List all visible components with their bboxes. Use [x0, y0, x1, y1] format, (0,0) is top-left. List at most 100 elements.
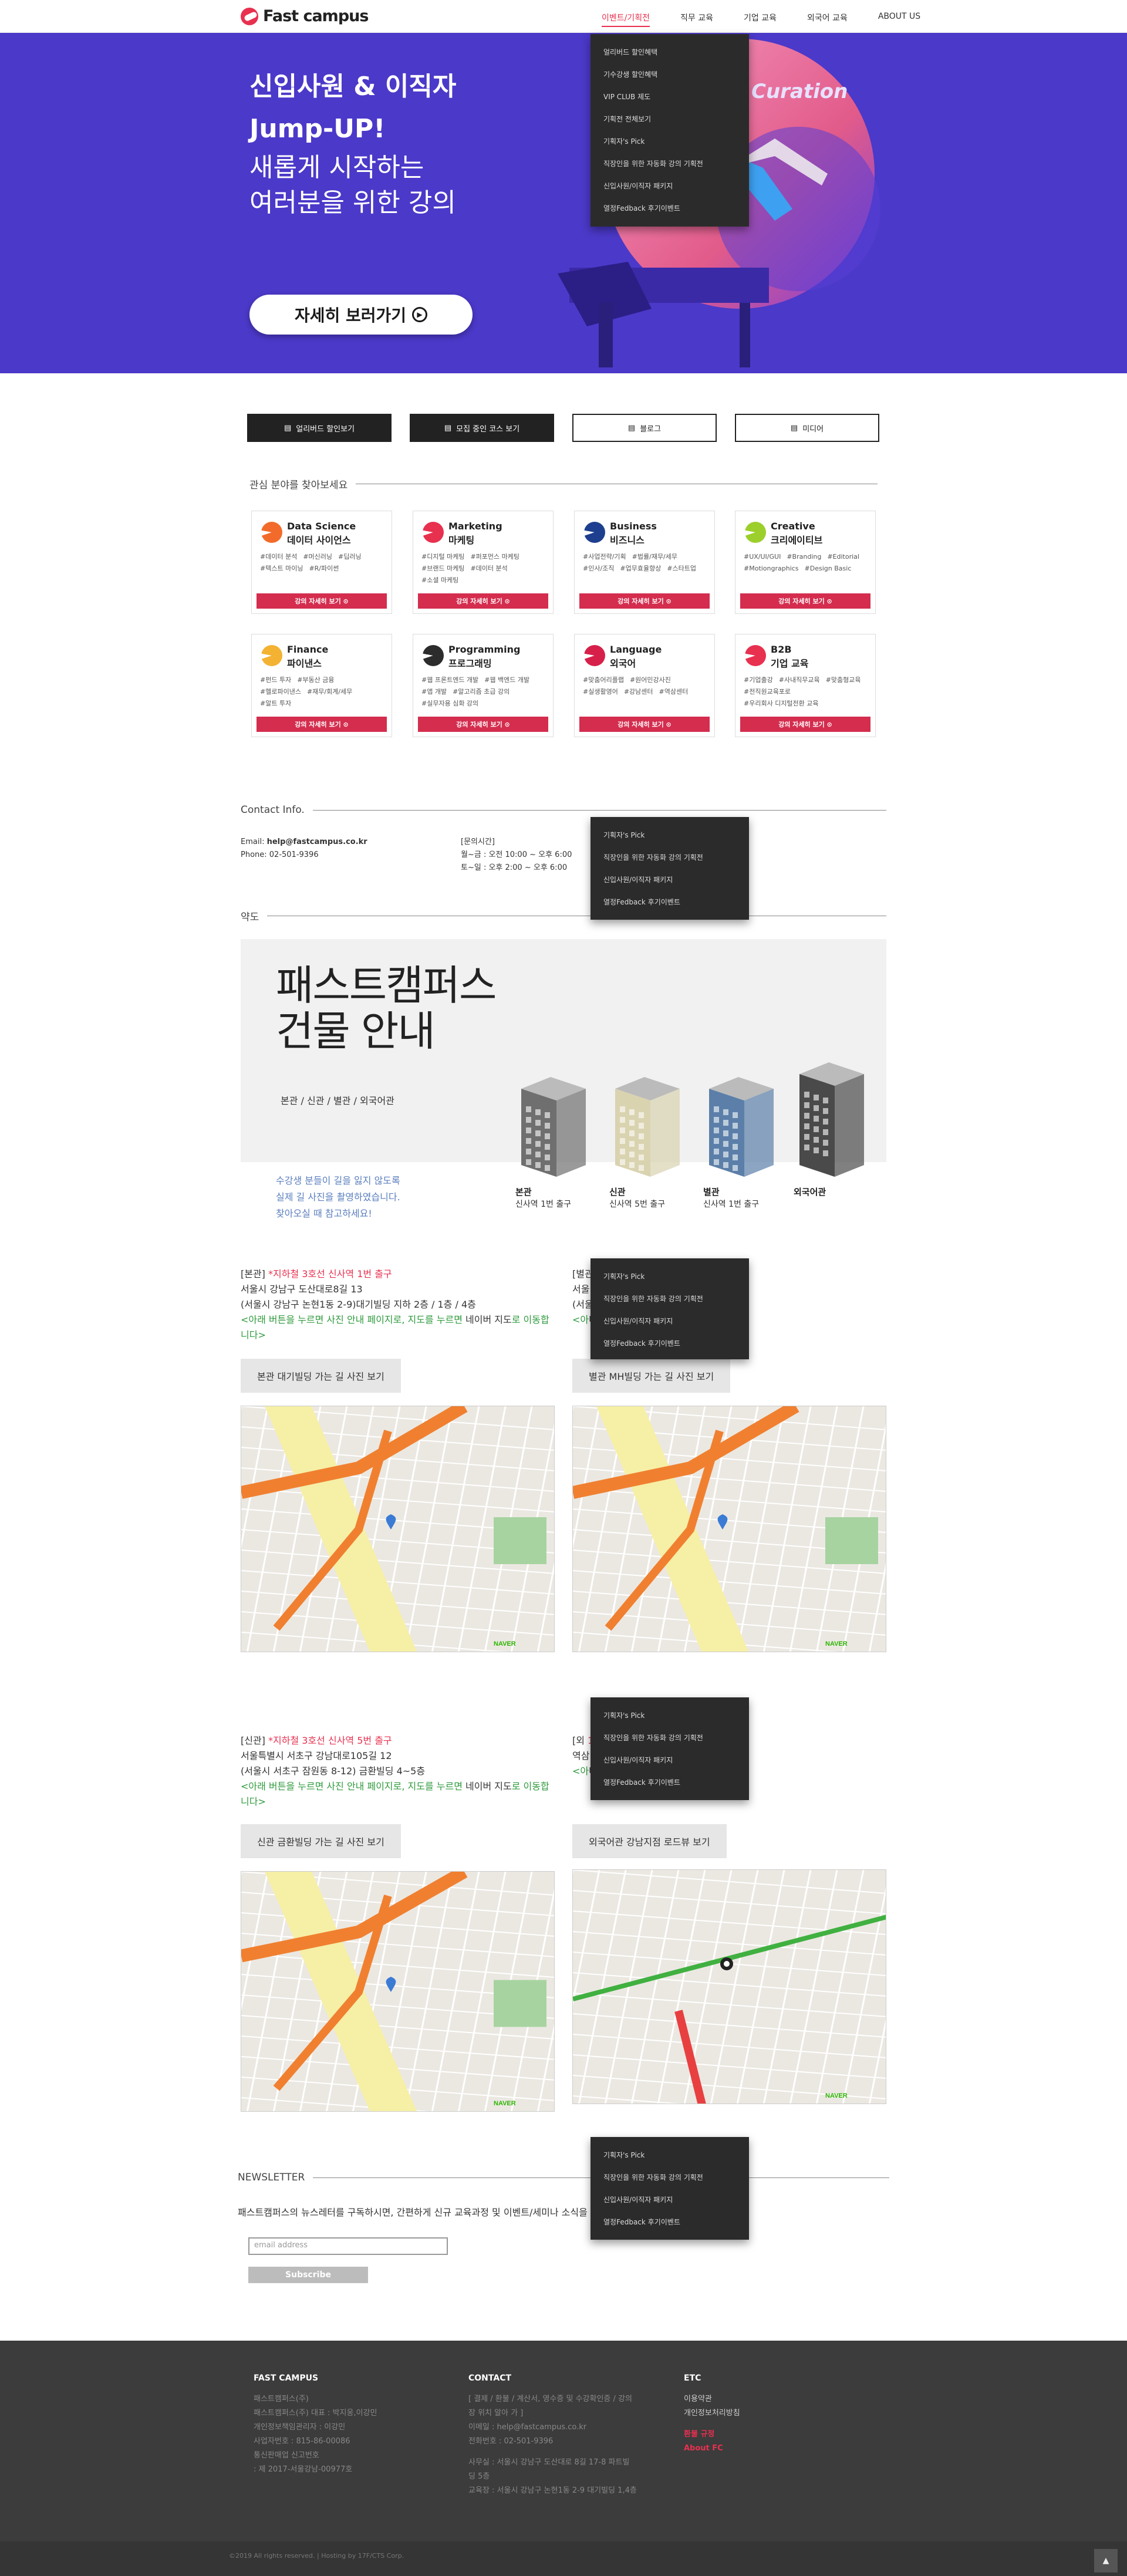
refund-policy-link[interactable]: 환불 규정: [684, 2428, 740, 2442]
dropdown-item[interactable]: 신입사원/이직자 패키지: [591, 1310, 749, 1332]
card-button-label: 강의 자세히 보기: [618, 597, 664, 605]
naver-map[interactable]: NAVER: [572, 1869, 886, 2104]
dropdown-item[interactable]: 기획전 전체보기: [591, 108, 749, 130]
nav-item-about-us[interactable]: ABOUT US: [878, 9, 920, 27]
photo-guide-button[interactable]: 외국어관 강남지점 로드뷰 보기: [572, 1824, 727, 1858]
card-tag: #Motiongraphics: [744, 565, 799, 572]
interests-heading: 관심 분야를 찾아보세요: [249, 477, 878, 491]
card-detail-button[interactable]: 강의 자세히 보기 ⊙: [257, 717, 387, 732]
dropdown-item[interactable]: 기획자's Pick: [591, 1265, 749, 1288]
dropdown-item[interactable]: 기획자's Pick: [591, 1704, 749, 1727]
building-name: 신관: [609, 1187, 626, 1197]
media-button[interactable]: ▤ 미디어: [735, 414, 879, 442]
logo-mark-icon: [241, 7, 258, 25]
card-title-ko: 프로그래밍: [448, 658, 492, 669]
footer-line: [ 결제 / 환불 / 계산서, 영수증 및 수강확인증 / 강의: [468, 2395, 632, 2403]
card-tag: #Editorial: [827, 553, 859, 561]
card-detail-button[interactable]: 강의 자세히 보기 ⊙: [418, 717, 548, 732]
card-tag: #데이터 분석: [260, 553, 298, 561]
hours-weekend: 토~일 : 오후 2:00 ~ 오후 6:00: [461, 863, 568, 872]
about-fc-link[interactable]: About FC: [684, 2442, 740, 2456]
hero-detail-button[interactable]: 자세히 보러가기 ▶: [249, 295, 473, 335]
interest-card: Marketing 마케팅 #디지털 마케팅 #퍼포먼스 마케팅 #브랜드 마케팅 #데이…: [413, 511, 554, 614]
dropdown-item[interactable]: 열정Fedback 후기이벤트: [591, 891, 749, 913]
contact-email-phone: Email: help@fastcampus.co.kr Phone: 02-5…: [241, 836, 367, 862]
dropdown-item[interactable]: 열정Fedback 후기이벤트: [591, 197, 749, 220]
address-line2: (서울시 강남구 논현1동 2-9)대기빌딩 지하 2층 / 1층 / 4층: [241, 1299, 476, 1310]
nav-item-corporate-education[interactable]: 기업 교육: [744, 9, 777, 27]
building-guide-note: 수강생 분들이 길을 잃지 않도록 실제 길 사진을 촬영하였습니다. 찾아오실…: [276, 1173, 400, 1222]
card-detail-button[interactable]: 강의 자세히 보기 ⊙: [740, 717, 870, 732]
privacy-link[interactable]: 개인정보처리방침: [684, 2406, 740, 2420]
dropdown-item[interactable]: 열정Fedback 후기이벤트: [591, 1332, 749, 1355]
card-detail-button[interactable]: 강의 자세히 보기 ⊙: [579, 593, 710, 609]
subscribe-button[interactable]: Subscribe: [248, 2267, 368, 2283]
map-image: NAVER: [573, 1406, 886, 1652]
dropdown-item[interactable]: 열정Fedback 후기이벤트: [591, 2211, 749, 2233]
card-tags: #사업전략/기획 #법률/재무/세무 #인사/조직 #업무효율향상 #스타트업: [583, 551, 708, 575]
footer-col2-title: CONTACT: [468, 2374, 512, 2383]
hero-deco-text: Curation: [751, 80, 848, 103]
dropdown-item[interactable]: 얼리버드 할인혜택: [591, 41, 749, 63]
card-title-ko: 비즈니스: [610, 535, 645, 546]
contact-email-link[interactable]: help@fastcampus.co.kr: [267, 838, 367, 846]
interest-card: Business 비즈니스 #사업전략/기획 #법률/재무/세무 #인사/조직 #업무효율…: [574, 511, 715, 614]
card-tag: #딥러닝: [338, 553, 362, 561]
scroll-to-top-icon[interactable]: ▲: [1094, 2549, 1118, 2572]
early-bird-button[interactable]: ▤ 얼리버드 할인보기: [247, 414, 392, 442]
dropdown-item[interactable]: VIP CLUB 제도: [591, 86, 749, 108]
dropdown-item[interactable]: 직장인을 위한 자동화 강의 기획전: [591, 1727, 749, 1749]
card-tags: #디지털 마케팅 #퍼포먼스 마케팅 #브랜드 마케팅 #데이터 분석 #소셜 마케팅: [421, 551, 547, 586]
photo-guide-button[interactable]: 본관 대기빌딩 가는 길 사진 보기: [241, 1359, 401, 1393]
card-tag: #역삼센터: [659, 688, 689, 696]
nav-item-events[interactable]: 이벤트/기획전: [602, 9, 650, 27]
nav-item-language-education[interactable]: 외국어 교육: [807, 9, 848, 27]
dropdown-item[interactable]: 직장인을 위한 자동화 강의 기획전: [591, 1288, 749, 1310]
nav-item-job-education[interactable]: 직무 교육: [680, 9, 713, 27]
building-item: 신관 신사역 5번 출구: [609, 1071, 686, 1210]
card-tags: #펀드 투자 #부동산 금융 #헬로파이낸스 #재무/회계/세무 #알트 투자: [260, 674, 386, 710]
naver-map[interactable]: NAVER: [241, 1871, 555, 2112]
dropdown-item[interactable]: 직장인을 위한 자동화 강의 기획전: [591, 2166, 749, 2189]
photo-guide-button[interactable]: 별관 MH빌딩 가는 길 사진 보기: [572, 1359, 731, 1393]
newsletter-email-input[interactable]: email address: [248, 2237, 448, 2255]
dropdown-item[interactable]: 기획자's Pick: [591, 2144, 749, 2166]
map-image: NAVER: [241, 1872, 554, 2111]
contact-email-row: Email: help@fastcampus.co.kr: [241, 836, 367, 849]
card-tag: #웹 백엔드 개발: [484, 676, 530, 684]
dropdown-item[interactable]: 기획자's Pick: [591, 130, 749, 153]
interest-card: Programming 프로그래밍 #웹 프론트엔드 개발 #웹 백엔드 개발 #앱 개…: [413, 634, 554, 737]
logo[interactable]: Fast campus: [241, 7, 369, 25]
card-detail-button[interactable]: 강의 자세히 보기 ⊙: [418, 593, 548, 609]
category-icon: [745, 522, 766, 543]
dropdown-item[interactable]: 신입사원/이직자 패키지: [591, 869, 749, 891]
card-tag: #전직원교육포로: [744, 688, 791, 696]
dropdown-item[interactable]: 직장인을 위한 자동화 강의 기획전: [591, 846, 749, 869]
dropdown-item[interactable]: 신입사원/이직자 패키지: [591, 2189, 749, 2211]
arrow-right-circle-icon: ▶: [412, 307, 428, 322]
card-detail-button[interactable]: 강의 자세히 보기 ⊙: [257, 593, 387, 609]
card-tag: #헬로파이낸스: [260, 688, 301, 696]
photo-guide-button[interactable]: 신관 금환빌딩 가는 길 사진 보기: [241, 1824, 401, 1858]
card-button-label: 강의 자세히 보기: [295, 597, 341, 605]
card-detail-button[interactable]: 강의 자세히 보기 ⊙: [579, 717, 710, 732]
dropdown-item[interactable]: 열정Fedback 후기이벤트: [591, 1771, 749, 1794]
open-courses-button[interactable]: ▤ 모집 중인 코스 보기: [410, 414, 554, 442]
note-line3: 찾아오실 때 참고하세요!: [276, 1208, 372, 1219]
dropdown-item[interactable]: 신입사원/이직자 패키지: [591, 175, 749, 197]
naver-map[interactable]: NAVER: [572, 1406, 886, 1652]
document-icon: ▤: [444, 423, 452, 433]
card-button-label: 강의 자세히 보기: [456, 721, 502, 728]
dropdown-item[interactable]: 신입사원/이직자 패키지: [591, 1749, 749, 1771]
note-line1: 수강생 분들이 길을 잃지 않도록: [276, 1175, 400, 1186]
dropdown-item[interactable]: 기획자's Pick: [591, 824, 749, 846]
dropdown-item[interactable]: 기수강생 할인혜택: [591, 63, 749, 86]
note-a: <아래 버튼을 누르면 사진 안내 페이지로, 지도를 누르면: [241, 1781, 466, 1792]
card-detail-button[interactable]: 강의 자세히 보기 ⊙: [740, 593, 870, 609]
naver-map[interactable]: NAVER: [241, 1406, 555, 1652]
card-tag: #인사/조직: [583, 565, 615, 572]
terms-link[interactable]: 이용약관: [684, 2392, 740, 2406]
blog-button[interactable]: ▤ 블로그: [572, 414, 717, 442]
card-title-ko: 기업 교육: [771, 658, 809, 669]
dropdown-item[interactable]: 직장인을 위한 자동화 강의 기획전: [591, 153, 749, 175]
